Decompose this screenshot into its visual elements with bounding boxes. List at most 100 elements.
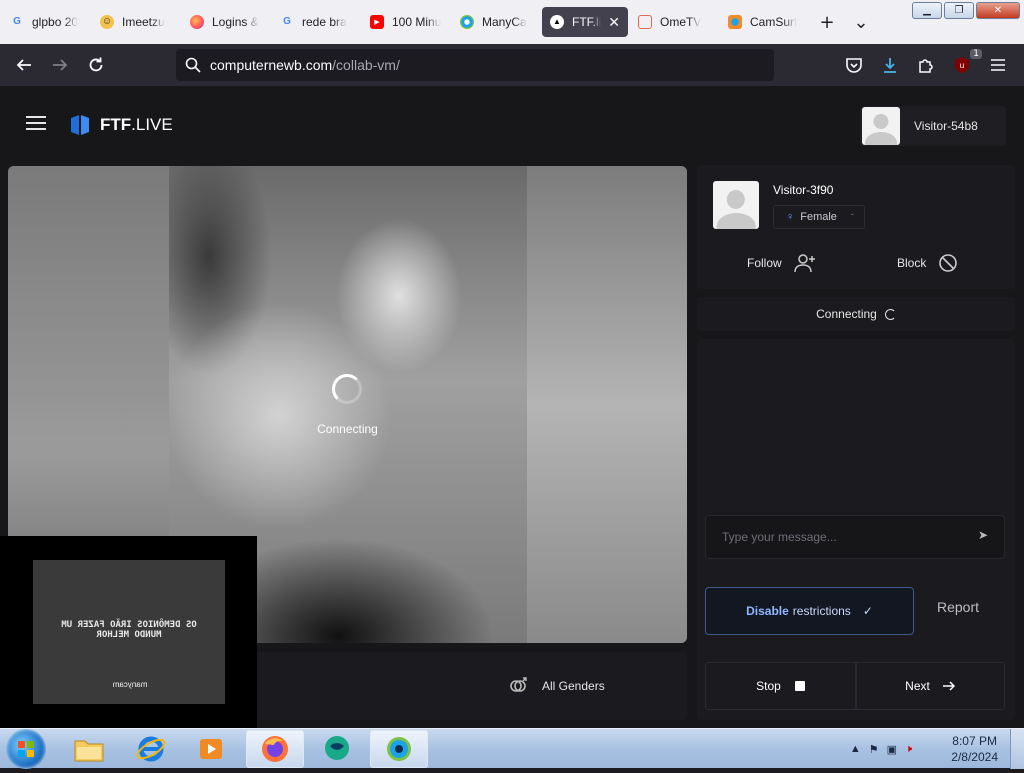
restrictions-panel: Disable restrictions ✓ Report xyxy=(697,579,1015,641)
gender-filter-button[interactable]: All Genders xyxy=(508,676,605,696)
tab-title: OmeTV xyxy=(660,15,702,29)
pocket-icon xyxy=(846,58,862,73)
shield-icon: u xyxy=(955,57,969,73)
volume-muted-icon[interactable]: 🕨 xyxy=(905,743,912,756)
taskbar-explorer[interactable] xyxy=(60,730,118,768)
browser-tab[interactable]: ManyCa xyxy=(452,7,540,37)
browser-tab[interactable]: ▶ 100 Minu xyxy=(362,7,450,37)
browser-tab-strip: G glpbo 20 ☺ Imeetzu Logins & G rede bra… xyxy=(0,0,1024,44)
disable-restrictions-button[interactable]: Disable restrictions ✓ xyxy=(705,587,914,635)
partner-profile-card: Visitor-3f90 ♀ Female ˇ Follow Block xyxy=(697,165,1015,289)
current-user-chip[interactable]: Visitor-54b8 xyxy=(860,106,1006,146)
pocket-button[interactable] xyxy=(836,47,872,83)
firefox-icon xyxy=(262,736,288,762)
stop-button[interactable]: Stop xyxy=(705,662,856,710)
window-controls: ▁ ❐ ✕ xyxy=(912,2,1020,19)
menu-icon xyxy=(991,59,1005,71)
taskbar-clock[interactable]: 8:07 PM 2/8/2024 xyxy=(951,733,998,765)
partner-name: Visitor-3f90 xyxy=(773,183,834,197)
web-page: FTF.LIVE Visitor-54b8 Connecting All Gen… xyxy=(0,86,1024,728)
partner-gender: Female xyxy=(800,211,837,223)
browser-tab[interactable]: G glpbo 20 xyxy=(2,7,90,37)
follow-label: Follow xyxy=(747,256,782,270)
flag-icon[interactable]: ⚑ xyxy=(869,743,879,756)
browser-tab[interactable]: CamSurf xyxy=(720,7,808,37)
clock-time: 8:07 PM xyxy=(952,734,997,748)
browser-tab-active[interactable]: ▲ FTF.li ✕ xyxy=(542,7,628,37)
taskbar-internet-explorer[interactable] xyxy=(122,730,180,768)
ftf-icon: ▲ xyxy=(550,15,564,29)
ublock-count-badge: 1 xyxy=(970,49,982,59)
reload-button[interactable] xyxy=(78,47,114,83)
start-button[interactable] xyxy=(6,729,46,769)
folder-icon xyxy=(74,740,104,762)
internet-explorer-icon xyxy=(136,736,166,762)
search-icon xyxy=(185,57,201,73)
tab-title: CamSurf xyxy=(750,15,798,29)
google-icon: G xyxy=(13,16,21,27)
stop-next-panel: Stop Next xyxy=(697,652,1015,720)
taskbar-media-player[interactable] xyxy=(182,730,240,768)
video-frame-right xyxy=(527,166,687,643)
tab-title: Imeetzu xyxy=(122,15,165,29)
windows-taskbar: ▲ ⚑ ▣ 🕨 8:07 PM 2/8/2024 xyxy=(0,728,1024,769)
tab-list-button[interactable]: ⌄ xyxy=(846,7,876,37)
url-bar[interactable]: computernewb.com/collab-vm/ xyxy=(176,49,774,81)
windows-logo-icon xyxy=(18,741,34,757)
extensions-button[interactable] xyxy=(908,47,944,83)
url-path: /collab-vm/ xyxy=(332,57,400,73)
download-icon xyxy=(884,58,896,73)
block-button[interactable]: Block xyxy=(897,253,958,273)
arrow-right-icon xyxy=(53,59,68,71)
app-menu-button[interactable] xyxy=(980,47,1016,83)
minimize-button[interactable]: ▁ xyxy=(912,2,942,19)
forward-button[interactable] xyxy=(42,47,78,83)
close-window-button[interactable]: ✕ xyxy=(976,2,1020,19)
downloads-button[interactable] xyxy=(872,47,908,83)
chat-status-bar: Connecting xyxy=(697,297,1015,331)
url-host: computernewb.com xyxy=(210,57,333,73)
follow-button[interactable]: Follow xyxy=(747,253,816,273)
new-tab-button[interactable]: + xyxy=(812,7,842,37)
next-button[interactable]: Next xyxy=(856,662,1005,710)
back-button[interactable] xyxy=(6,47,42,83)
filter-bar xyxy=(256,652,687,720)
ublock-button[interactable]: u 1 xyxy=(944,47,982,83)
arrow-left-icon xyxy=(16,59,31,71)
stop-label: Stop xyxy=(756,679,781,693)
message-input[interactable]: Type your message... ➤ xyxy=(705,515,1005,559)
imeetzu-icon: ☺ xyxy=(100,15,114,29)
ometv-icon xyxy=(638,15,652,29)
hamburger-menu-button[interactable] xyxy=(26,116,46,132)
browser-tab[interactable]: OmeTV xyxy=(630,7,718,37)
camsurf-icon xyxy=(728,15,742,29)
tab-title: FTF.li xyxy=(572,15,602,29)
add-user-icon xyxy=(793,254,815,273)
current-user-name: Visitor-54b8 xyxy=(914,119,978,133)
site-logo[interactable]: FTF.LIVE xyxy=(68,113,173,137)
tab-title: ManyCa xyxy=(482,15,527,29)
taskbar-manycam[interactable] xyxy=(370,730,428,768)
disable-label-rest: restrictions xyxy=(792,604,851,618)
self-camera-caption: OS DEMÔNIOS IRÃO FAZER UM MUNDO MELHOR xyxy=(61,620,197,640)
tray-expand-icon[interactable]: ▲ xyxy=(850,743,861,755)
browser-tab[interactable]: Logins & xyxy=(182,7,270,37)
taskbar-firefox[interactable] xyxy=(246,730,304,768)
browser-tab[interactable]: ☺ Imeetzu xyxy=(92,7,180,37)
loading-ring-icon xyxy=(884,308,896,320)
show-desktop-button[interactable] xyxy=(1010,729,1024,769)
send-icon[interactable]: ➤ xyxy=(978,528,988,542)
report-button[interactable]: Report xyxy=(937,599,979,615)
arrow-right-icon xyxy=(942,681,955,691)
taskbar-app-green[interactable] xyxy=(308,730,366,768)
avatar xyxy=(862,107,900,145)
next-label: Next xyxy=(905,679,930,693)
network-icon[interactable]: ▣ xyxy=(887,743,897,756)
manycam-icon xyxy=(387,737,411,761)
browser-tab[interactable]: G rede bra xyxy=(272,7,360,37)
tab-title: rede bra xyxy=(302,15,347,29)
maximize-button[interactable]: ❐ xyxy=(944,2,974,19)
chat-status-text: Connecting xyxy=(816,307,877,321)
close-tab-icon[interactable]: ✕ xyxy=(608,14,620,31)
logo-text: .LIVE xyxy=(131,115,173,134)
